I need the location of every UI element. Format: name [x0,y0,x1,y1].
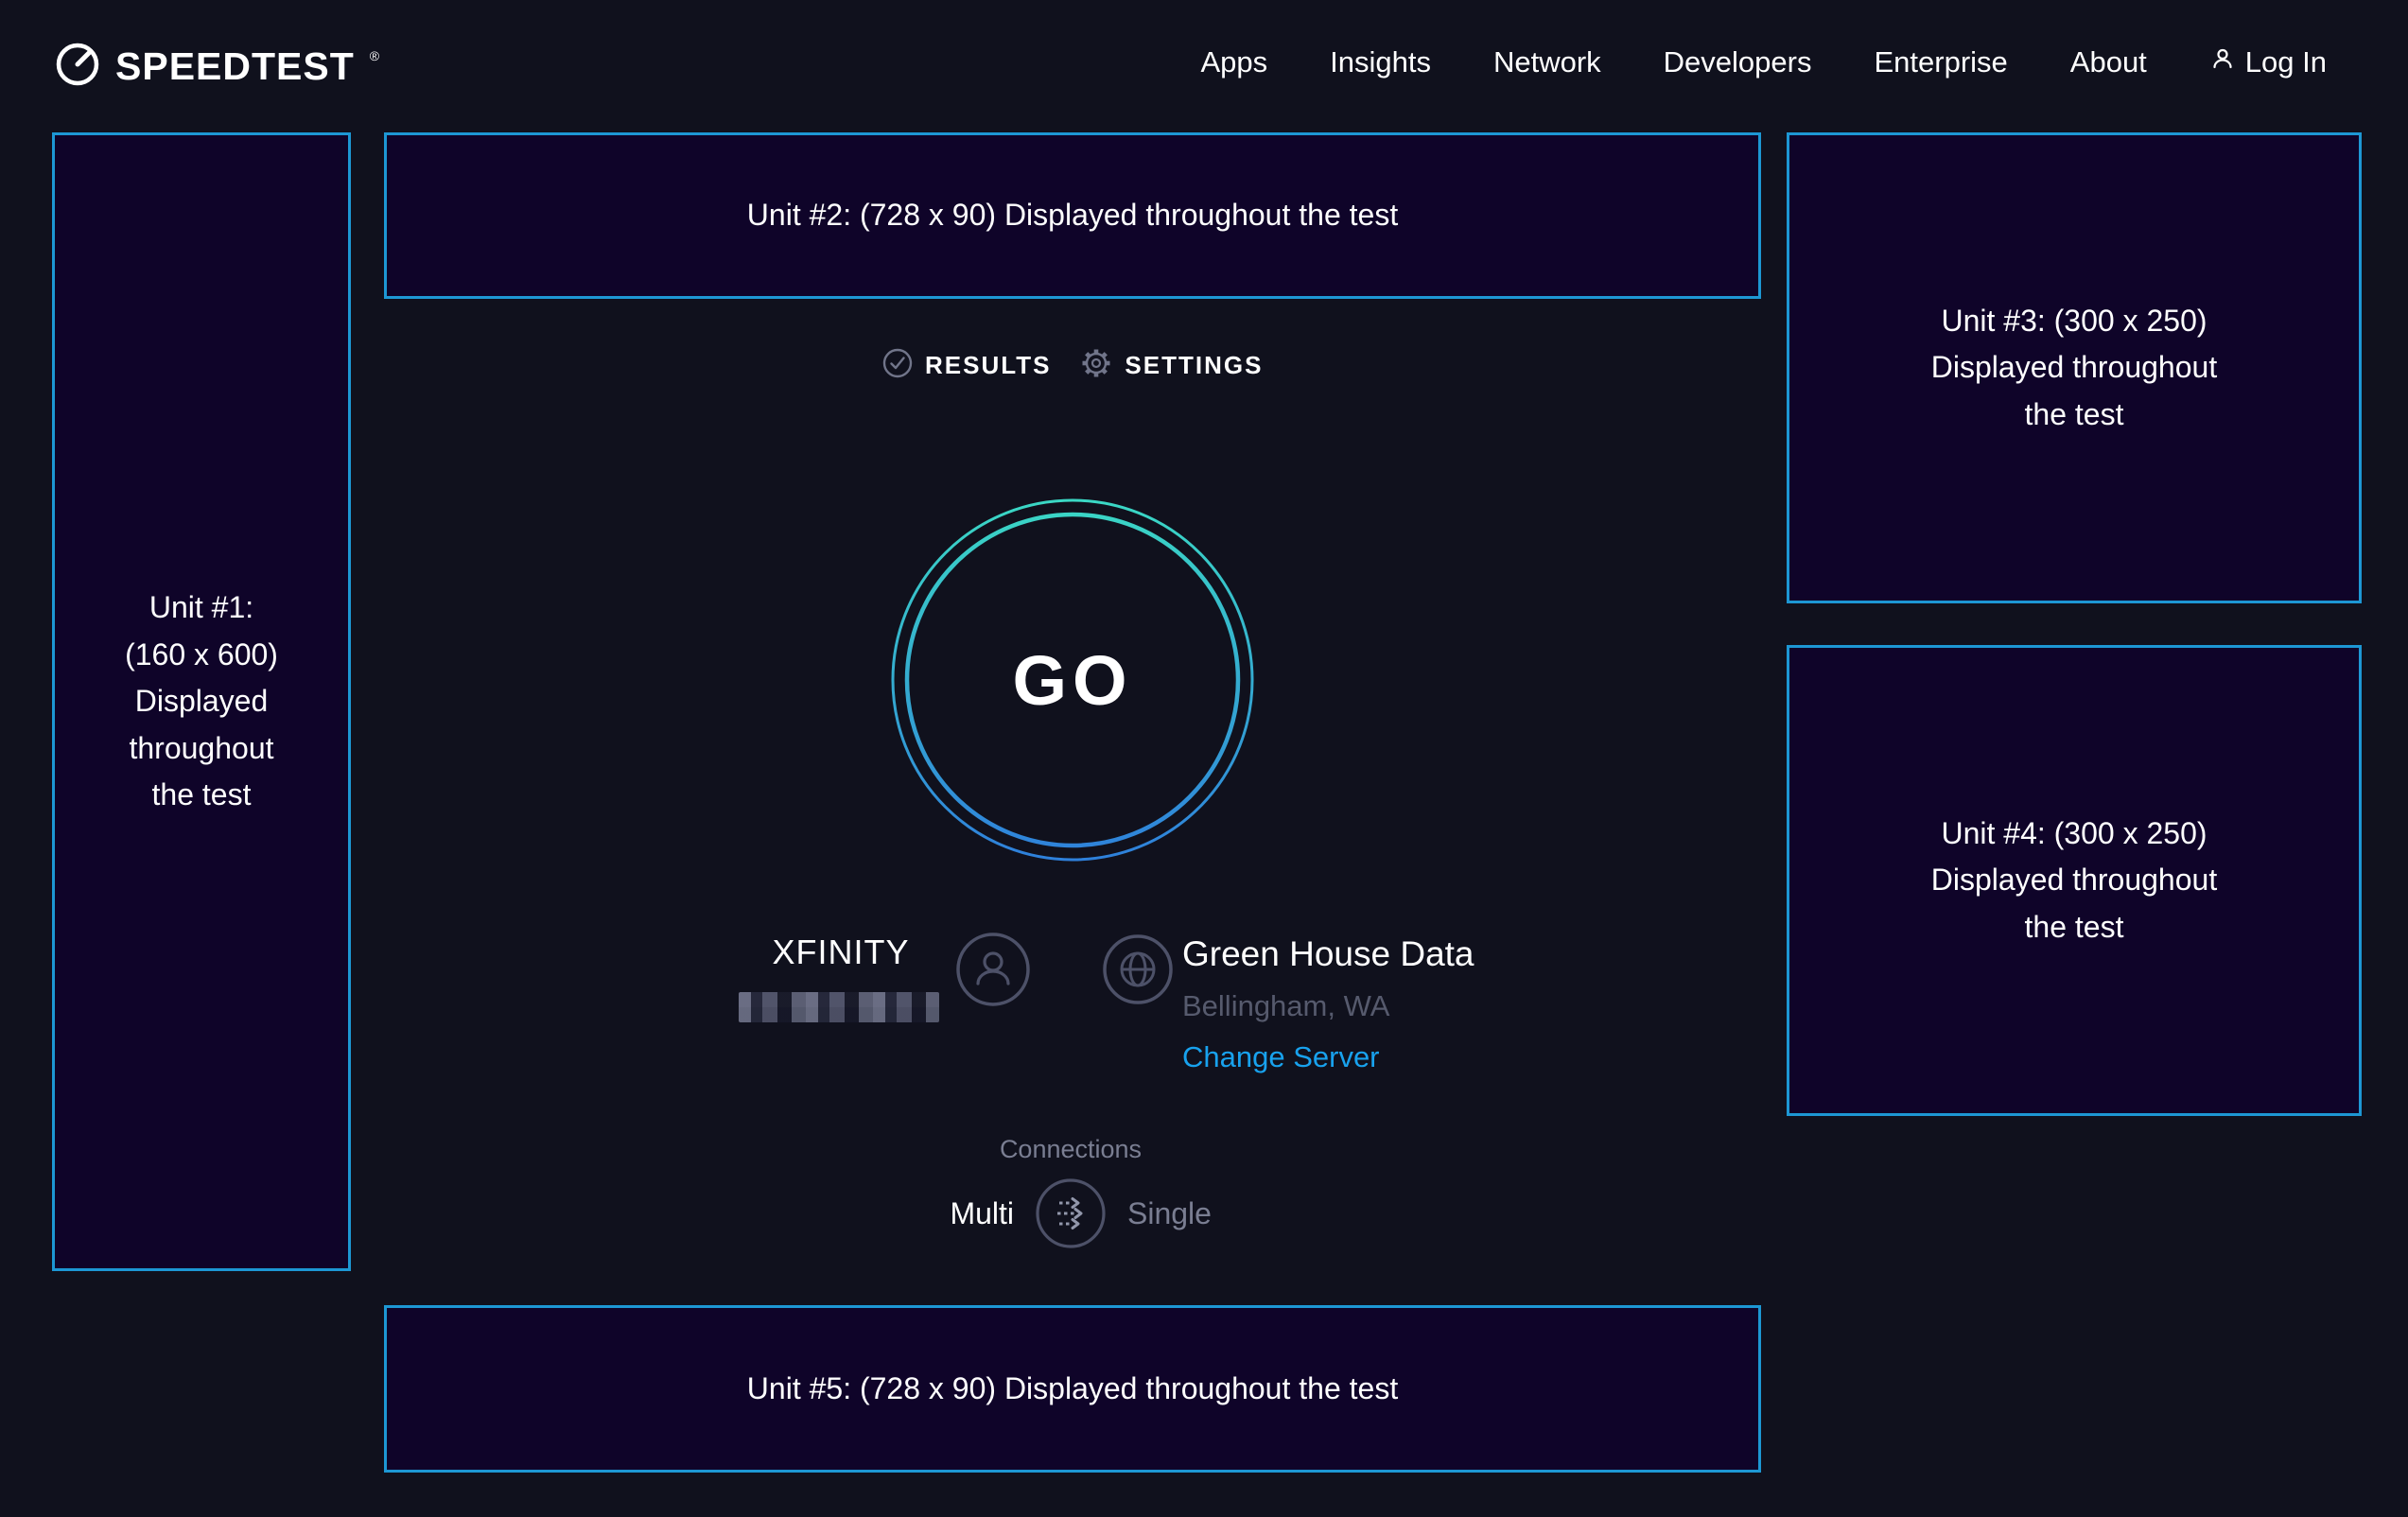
login-button[interactable]: Log In [2209,45,2327,79]
ad-unit-3[interactable]: Unit #3: (300 x 250) Displayed throughou… [1787,132,2362,603]
tab-settings[interactable]: SETTINGS [1079,346,1263,385]
speedtest-logo[interactable]: SPEEDTEST ® [53,40,377,94]
go-button[interactable]: GO [883,491,1262,869]
nav-item-insights[interactable]: Insights [1330,45,1431,79]
check-circle-icon [881,347,914,384]
ad-unit-2[interactable]: Unit #2: (728 x 90) Displayed throughout… [384,132,1761,299]
speedtest-page: SPEEDTEST ® Apps Insights Network Develo… [0,0,2408,1517]
ad-unit-5[interactable]: Unit #5: (728 x 90) Displayed throughout… [384,1305,1761,1473]
connections-single-option[interactable]: Single [1127,1196,1212,1231]
change-server-link[interactable]: Change Server [1182,1040,1380,1074]
tab-results[interactable]: RESULTS [881,347,1051,384]
isp-ip-redacted [739,992,939,1022]
brand-name: SPEEDTEST [115,44,355,89]
ad-unit-1[interactable]: Unit #1: (160 x 600) Displayed throughou… [52,132,351,1271]
isp-person-icon [955,932,1031,1012]
nav-item-enterprise[interactable]: Enterprise [1874,45,2007,79]
login-label: Log In [2245,45,2327,79]
isp-name: XFINITY [739,933,943,972]
top-nav: Apps Insights Network Developers Enterpr… [1200,45,2327,79]
server-globe-icon [1102,933,1174,1010]
connections-toggle-icon[interactable] [1035,1177,1107,1254]
nav-item-developers[interactable]: Developers [1664,45,1812,79]
ad-unit-4[interactable]: Unit #4: (300 x 250) Displayed throughou… [1787,645,2362,1116]
gear-icon [1079,346,1113,385]
nav-item-about[interactable]: About [2070,45,2147,79]
user-icon [2209,45,2236,79]
server-location: Bellingham, WA [1182,989,1389,1023]
tab-settings-label: SETTINGS [1125,351,1263,380]
connections-multi-option[interactable]: Multi [881,1196,1014,1231]
speedtest-gauge-icon [53,40,102,94]
nav-item-apps[interactable]: Apps [1200,45,1267,79]
server-name: Green House Data [1182,934,1474,974]
connections-label: Connections [976,1135,1165,1164]
nav-item-network[interactable]: Network [1493,45,1601,79]
tab-bar: RESULTS [881,342,1263,388]
brand-trademark: ® [370,48,379,63]
tab-results-label: RESULTS [925,351,1051,380]
go-label: GO [883,491,1262,869]
